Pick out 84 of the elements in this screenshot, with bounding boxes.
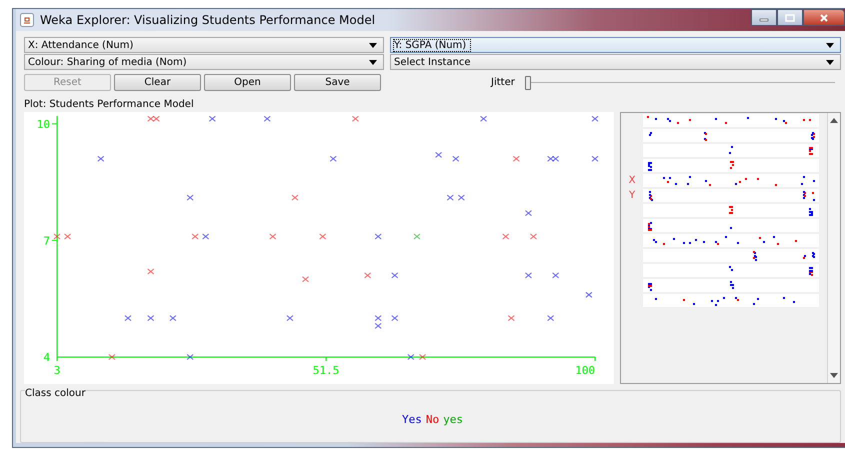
y-tick-label: 7 [43, 234, 50, 248]
data-point [592, 116, 598, 122]
data-point [186, 354, 194, 360]
data-point [552, 272, 560, 278]
data-point [302, 276, 309, 282]
jitter-label: Jitter [491, 77, 515, 88]
data-point [192, 234, 199, 240]
data-point [186, 194, 194, 201]
dropdown[interactable]: Y: SGPA (Num) [390, 37, 841, 53]
x-tick-label: 100 [575, 364, 595, 377]
data-point [208, 116, 216, 122]
data-point [264, 116, 271, 122]
data-point [374, 234, 382, 240]
scroll-up-icon [830, 118, 838, 123]
data-point [124, 315, 132, 322]
data-point [286, 315, 294, 322]
data-point [592, 156, 598, 162]
data-point [364, 272, 372, 278]
data-point [391, 315, 398, 322]
data-point [147, 315, 154, 322]
class-label: Yes [402, 413, 422, 426]
toolbar-button[interactable]: Clear [114, 74, 201, 91]
attribute-strip[interactable] [643, 294, 819, 307]
x-tick-label: 51.5 [312, 364, 340, 377]
toolbar-button[interactable]: Open [204, 74, 291, 91]
data-point [435, 152, 442, 158]
data-point [547, 315, 554, 322]
caret-icon [826, 60, 834, 64]
scroll-down-icon [830, 373, 838, 378]
data-point [291, 194, 298, 201]
maximize-button[interactable] [777, 9, 803, 26]
class-colour-title: Class colour [25, 388, 86, 399]
data-point [54, 234, 60, 240]
dropdown[interactable]: Select Instance [390, 54, 841, 70]
scrollbar[interactable] [827, 113, 840, 383]
data-point [446, 194, 454, 201]
y-tick-label: 4 [43, 351, 50, 364]
y-marker: Y [628, 190, 636, 202]
caret-icon [369, 60, 377, 64]
window-title: Weka Explorer: Visualizing Students Performance Model [40, 13, 376, 27]
caret-icon [369, 42, 377, 48]
data-point [512, 156, 520, 162]
attribute-strip[interactable] [643, 174, 819, 187]
data-point [508, 315, 515, 322]
data-point [458, 194, 465, 201]
data-point [413, 234, 420, 240]
caret-icon [826, 42, 834, 48]
y-tick-label: 10 [36, 118, 50, 131]
minimize-button[interactable] [751, 9, 777, 26]
data-point [530, 234, 537, 240]
data-point [108, 354, 116, 360]
close-button[interactable] [803, 9, 845, 26]
data-point [147, 268, 154, 274]
data-point [319, 234, 326, 240]
plot-title: Plot: Students Performance Model [24, 99, 195, 111]
data-point [97, 156, 104, 162]
data-point [330, 156, 337, 162]
data-point [585, 292, 592, 298]
data-point [480, 116, 488, 122]
data-point [524, 272, 532, 278]
data-point [352, 116, 359, 122]
toolbar-button[interactable]: Save [294, 74, 381, 91]
data-point [524, 210, 532, 216]
data-point [202, 234, 210, 240]
dropdown[interactable]: Colour: Sharing of media (Nom) [24, 54, 384, 70]
attribute-strip[interactable] [643, 114, 819, 127]
data-point [419, 354, 426, 360]
x-tick-label: 3 [54, 364, 60, 377]
data-point [502, 234, 510, 240]
close-icon [819, 14, 829, 22]
dropdown[interactable]: X: Attendance (Num) [24, 37, 384, 53]
data-point [391, 272, 398, 278]
maximize-icon [785, 14, 795, 22]
x-marker: X [628, 174, 636, 186]
class-label: yes [443, 413, 463, 426]
data-point [269, 234, 276, 240]
attribute-strip[interactable] [643, 189, 819, 202]
data-point [64, 234, 72, 240]
data-point [407, 354, 414, 360]
class-label: No [426, 413, 440, 426]
attribute-strip[interactable] [643, 234, 819, 247]
data-point [452, 156, 460, 162]
data-point [169, 315, 176, 322]
slider-thumb[interactable] [524, 76, 531, 90]
